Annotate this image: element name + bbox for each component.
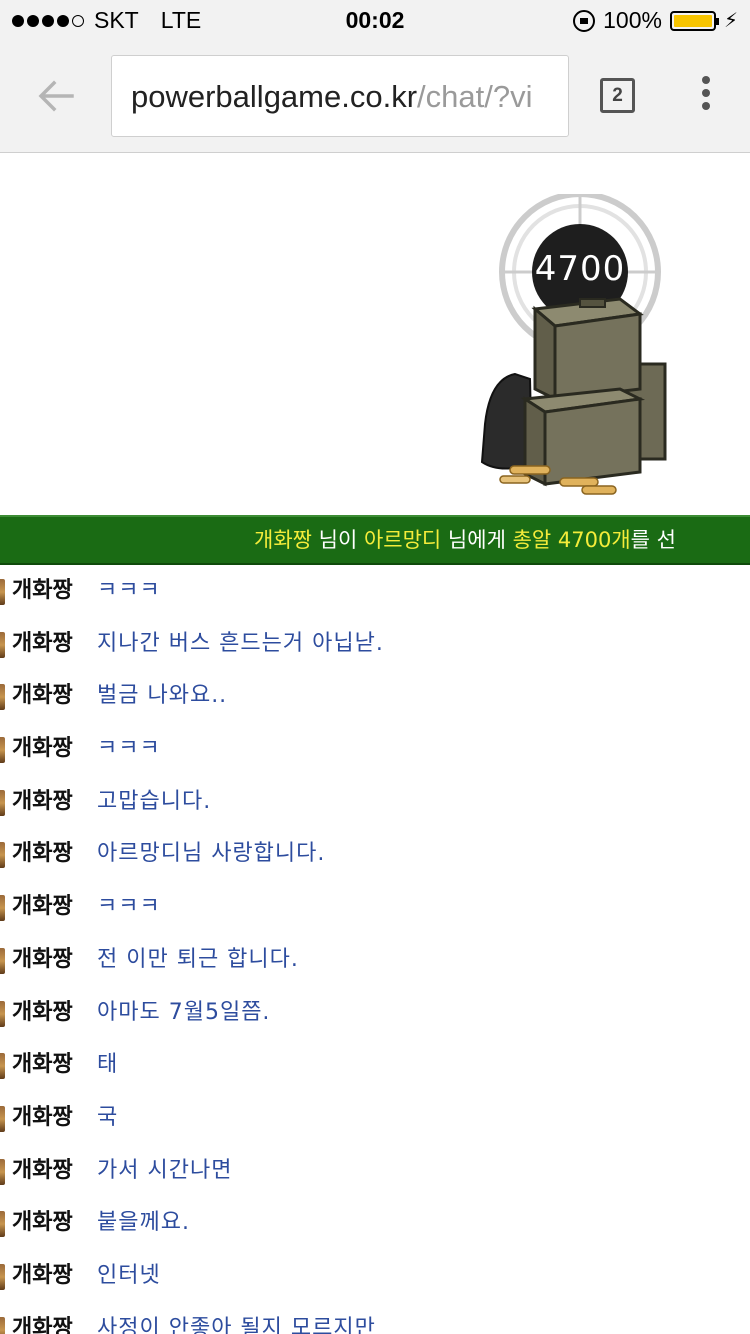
chat-message-text: 고맙습니다. xyxy=(97,788,212,814)
user-level-icon xyxy=(0,895,5,922)
chat-message-text: 전 이만 퇴근 합니다. xyxy=(97,946,299,972)
back-arrow-icon xyxy=(38,80,74,112)
url-host: powerballgame.co.kr xyxy=(131,79,418,114)
user-level-icon xyxy=(0,684,5,711)
gift-amount: 4700 xyxy=(534,249,626,289)
chat-username[interactable]: 개화짱 xyxy=(12,1145,73,1197)
battery-percent: 100% xyxy=(603,7,662,33)
chat-message: 개화짱 ㅋㅋㅋ xyxy=(0,565,750,618)
user-level-icon xyxy=(0,737,5,764)
battery-icon xyxy=(669,10,719,31)
chat-message: 개화짱 ㅋㅋㅋ xyxy=(0,881,750,934)
ticker-item: 총알 4700개 xyxy=(512,528,631,552)
chat-message: 개화짱 지나간 버스 흔드는거 아닙낟. xyxy=(0,618,750,671)
chat-message-text: 지나간 버스 흔드는거 아닙낟. xyxy=(97,630,384,656)
chat-message: 개화짱 가서 시간나면 xyxy=(0,1145,750,1198)
user-level-icon xyxy=(0,1053,5,1080)
chat-username[interactable]: 개화짱 xyxy=(12,1303,73,1334)
status-bar: SKT LTE 00:02 100% ⚡ xyxy=(0,0,750,40)
back-button[interactable] xyxy=(32,72,80,120)
overflow-menu-button[interactable] xyxy=(695,76,717,116)
user-level-icon xyxy=(0,947,5,974)
chat-username[interactable]: 개화짱 xyxy=(12,987,73,1039)
chat-username[interactable]: 개화짱 xyxy=(12,776,73,828)
gift-display: 4700 xyxy=(0,154,750,515)
chat-list: 개화짱 ㅋㅋㅋ 개화짱 지나간 버스 흔드는거 아닙낟. 개화짱 벌금 나와요.. 개화짱 ㅋ… xyxy=(0,565,750,1334)
chat-message: 개화짱 고맙습니다. xyxy=(0,776,750,829)
charging-icon: ⚡ xyxy=(723,10,738,32)
chat-message: 개화짱 아마도 7월5일쯤. xyxy=(0,987,750,1040)
chat-message-text: 사정이 안좋아 될지 모르지만 xyxy=(97,1315,376,1334)
user-level-icon xyxy=(0,1105,5,1132)
rotation-lock-icon xyxy=(573,9,596,32)
chat-username[interactable]: 개화짱 xyxy=(12,828,73,880)
chat-message: 개화짱 붙을께요. xyxy=(0,1197,750,1250)
chat-message: 개화짱 아르망디님 사랑합니다. xyxy=(0,828,750,881)
chat-message-text: 국 xyxy=(97,1104,119,1130)
chat-message-text: 인터넷 xyxy=(97,1262,161,1288)
ticker-text-2: 님에게 xyxy=(441,528,513,552)
chat-username[interactable]: 개화짱 xyxy=(12,934,73,986)
user-level-icon xyxy=(0,1316,5,1334)
chat-message-text: 아르망디님 사랑합니다. xyxy=(97,841,326,867)
chat-message-text: 벌금 나와요.. xyxy=(97,683,228,709)
ticker-text-3: 를 선 xyxy=(630,528,676,552)
user-level-icon xyxy=(0,1158,5,1185)
tab-switcher-button[interactable]: 2 xyxy=(600,78,635,113)
user-level-icon xyxy=(0,842,5,869)
user-level-icon xyxy=(0,1263,5,1290)
url-path: /chat/?vi xyxy=(417,79,533,114)
user-level-icon xyxy=(0,579,5,605)
chat-message-text: ㅋㅋㅋ xyxy=(97,578,161,603)
chat-message-text: ㅋㅋㅋ xyxy=(97,736,161,762)
chat-username[interactable]: 개화짱 xyxy=(12,670,73,722)
ticker-text: 개화짱 님이 아르망디 님에게 총알 4700개를 선 xyxy=(254,517,676,563)
gift-notice-ticker: 개화짱 님이 아르망디 님에게 총알 4700개를 선 xyxy=(0,515,750,565)
chat-message: 개화짱 인터넷 xyxy=(0,1250,750,1303)
ticker-text-1: 님이 xyxy=(311,528,364,552)
address-bar[interactable]: powerballgame.co.kr/chat/?vi xyxy=(111,55,569,137)
user-level-icon xyxy=(0,1211,5,1238)
chat-message-text: 붙을께요. xyxy=(97,1210,190,1236)
ticker-sender: 개화짱 xyxy=(254,528,312,552)
chat-message-text: 태 xyxy=(97,1052,119,1078)
chat-message: 개화짱 사정이 안좋아 될지 모르지만 xyxy=(0,1303,750,1334)
chat-message: 개화짱 ㅋㅋㅋ xyxy=(0,723,750,776)
chat-username[interactable]: 개화짱 xyxy=(12,1197,73,1249)
chat-username[interactable]: 개화짱 xyxy=(12,1039,73,1091)
chat-message-text: 아마도 7월5일쯤. xyxy=(97,999,271,1025)
chat-username[interactable]: 개화짱 xyxy=(12,1250,73,1302)
chat-username[interactable]: 개화짱 xyxy=(12,723,73,775)
status-right: 100% ⚡ xyxy=(573,7,738,34)
chat-message: 개화짱 국 xyxy=(0,1092,750,1145)
chat-username[interactable]: 개화짱 xyxy=(12,881,73,933)
chat-message-text: ㅋㅋㅋ xyxy=(97,894,161,920)
ammo-box-icon xyxy=(480,194,667,495)
ticker-receiver: 아르망디 xyxy=(363,528,442,552)
chat-message: 개화짱 전 이만 퇴근 합니다. xyxy=(0,934,750,987)
chat-message: 개화짱 벌금 나와요.. xyxy=(0,670,750,723)
chat-message: 개화짱 태 xyxy=(0,1039,750,1092)
chat-username[interactable]: 개화짱 xyxy=(12,1092,73,1144)
chat-message-text: 가서 시간나면 xyxy=(97,1157,233,1183)
user-level-icon xyxy=(0,631,5,658)
chat-username[interactable]: 개화짱 xyxy=(12,565,73,617)
user-level-icon xyxy=(0,789,5,816)
browser-toolbar: powerballgame.co.kr/chat/?vi 2 xyxy=(0,40,750,153)
user-level-icon xyxy=(0,1000,5,1027)
chat-username[interactable]: 개화짱 xyxy=(12,618,73,670)
